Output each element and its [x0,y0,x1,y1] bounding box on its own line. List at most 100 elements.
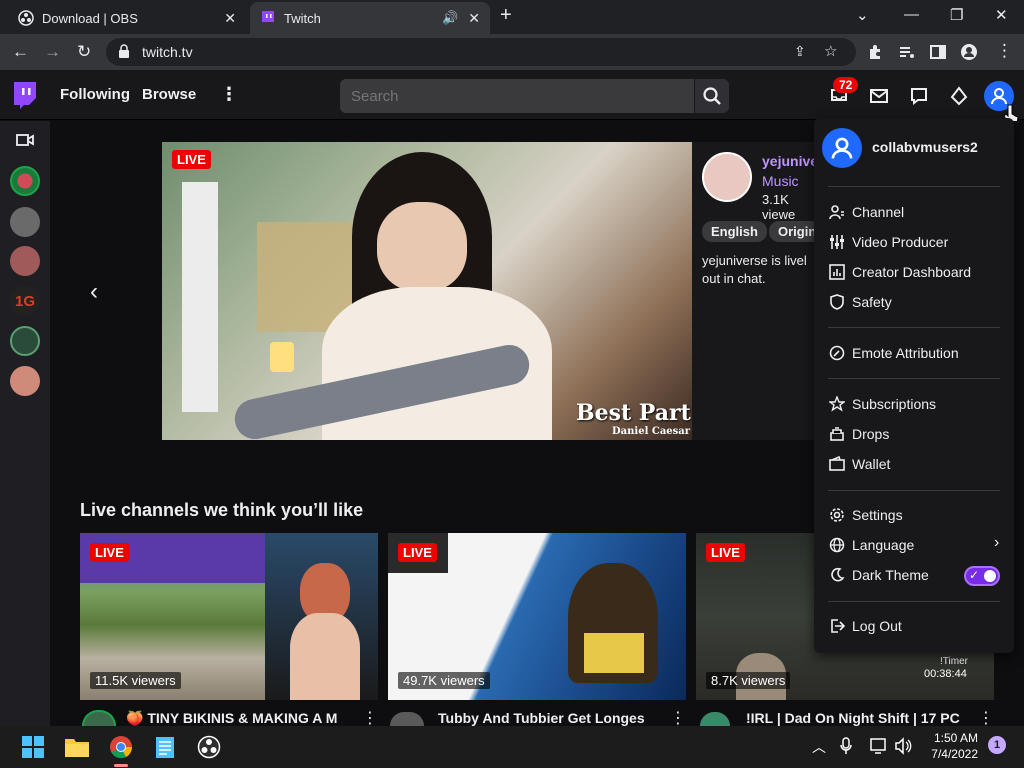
menu-item-subscriptions[interactable]: Subscriptions [828,392,1008,416]
restore-button[interactable]: ❐ [950,6,963,24]
volume-icon[interactable] [894,737,912,755]
menu-item-label: Drops [852,426,890,442]
microphone-icon[interactable] [840,737,852,755]
menu-item-video-producer[interactable]: Video Producer [828,230,1008,254]
live-badge: LIVE [90,543,129,562]
url-text: twitch.tv [142,44,193,60]
viewer-count: 11.5K viewers [90,672,181,689]
address-bar-row: ← → ↻ twitch.tv ⇪ ☆ ⋮ [0,34,1024,70]
carousel-prev-icon[interactable]: ‹ [90,278,98,306]
speaker-icon[interactable]: 🔊 [442,10,458,26]
viewer-count: 8.7K viewers [706,672,791,689]
search-button[interactable] [695,79,729,113]
file-explorer-icon[interactable] [63,733,91,761]
stream-viewers: 3.1K viewe [762,192,796,222]
menu-item-channel[interactable]: Channel [828,200,1008,224]
windows-start-icon[interactable] [19,733,47,761]
kebab-menu-icon[interactable]: ⋮ [996,41,1013,61]
dark-theme-toggle[interactable]: ✓ [964,566,1000,586]
notepad-icon[interactable] [151,733,179,761]
obs-icon[interactable] [195,733,223,761]
search-input[interactable] [340,79,694,113]
reload-icon[interactable]: ↻ [77,42,91,62]
stream-card-title[interactable]: 🍑 TINY BIKINIS & MAKING A M [126,710,356,727]
menu-item-drops[interactable]: Drops [828,422,1008,446]
channel-name[interactable]: yejunive [762,153,818,169]
tab-obs[interactable]: Download | OBS ✕ [8,2,246,34]
side-channel-avatar[interactable] [10,326,40,356]
menu-item-language[interactable]: Language › [828,533,1008,557]
menu-item-emote-attribution[interactable]: Emote Attribution [828,341,1008,365]
more-vertical-icon[interactable]: ⋮ [220,84,238,105]
chevron-down-icon[interactable]: ⌄ [856,6,869,24]
globe-icon [828,536,846,554]
star-icon[interactable]: ☆ [824,42,837,60]
menu-item-label: Language [852,537,915,553]
close-window-button[interactable]: ✕ [995,6,1008,24]
menu-item-settings[interactable]: Settings [828,503,1008,527]
browser-tab-strip: Download | OBS ✕ Twitch 🔊 ✕ + ⌄ — ❐ ✕ [0,0,1024,34]
menu-avatar [822,128,862,168]
notification-center-badge[interactable]: 1 [988,736,1006,754]
tag-english[interactable]: English [702,221,767,242]
menu-item-safety[interactable]: Safety [828,290,1008,314]
logout-icon [828,617,846,635]
forward-arrow-icon[interactable]: → [44,42,61,62]
stream-card-thumbnail[interactable]: LIVE 49.7K viewers [388,533,686,700]
media-control-icon[interactable] [898,43,916,61]
menu-item-wallet[interactable]: Wallet [828,452,1008,476]
stream-card-title[interactable]: !IRL | Dad On Night Shift | 17 PC [746,710,976,726]
more-vertical-icon[interactable]: ⋮ [978,708,994,728]
menu-divider [828,601,1000,602]
omnibox[interactable]: twitch.tv ⇪ ☆ [106,38,856,66]
stream-card-title[interactable]: Tubby And Tubbier Get Longes [438,710,668,726]
whispers-icon[interactable] [909,86,929,106]
sliders-icon [828,233,846,251]
menu-item-log-out[interactable]: Log Out [828,614,1008,638]
close-icon[interactable]: ✕ [468,10,480,27]
minimize-button[interactable]: — [904,6,919,23]
live-badge: LIVE [172,150,211,169]
stream-card-thumbnail[interactable]: LIVE 11.5K viewers [80,533,378,700]
chevron-right-icon: › [994,534,1000,551]
side-channel-avatar[interactable] [10,246,40,276]
profile-icon[interactable] [960,43,978,61]
featured-stream-info: yejunive Music 3.1K viewe English Origin… [692,142,826,440]
section-title: Live channels we think you’ll like [80,500,364,520]
new-tab-button[interactable]: + [500,4,512,27]
nav-browse[interactable]: Browse [142,86,196,103]
menu-item-label: Dark Theme [852,567,929,583]
extensions-icon[interactable] [866,43,884,61]
side-channel-avatar[interactable] [10,207,40,237]
back-arrow-icon[interactable]: ← [12,42,29,62]
timer-value: 00:38:44 [924,668,967,680]
more-vertical-icon[interactable]: ⋮ [362,708,378,728]
network-icon[interactable] [870,737,888,755]
inbox-icon[interactable] [869,86,889,106]
menu-item-creator-dashboard[interactable]: Creator Dashboard [828,260,1008,284]
featured-stream-video[interactable]: Best Part Daniel Caesar LIVE [162,142,692,440]
system-clock[interactable]: 1:50 AM 7/4/2022 [926,730,978,762]
side-channel-avatar[interactable] [10,366,40,396]
share-icon[interactable]: ⇪ [794,43,806,60]
bits-icon[interactable] [949,86,969,106]
stream-category[interactable]: Music [762,173,799,189]
tab-obs-title: Download | OBS [42,10,138,26]
close-icon[interactable]: ✕ [224,10,236,27]
more-vertical-icon[interactable]: ⋮ [670,708,686,728]
channel-avatar[interactable] [702,152,752,202]
twitch-top-nav: Following Browse ⋮ [0,70,1024,120]
nav-following[interactable]: Following [60,86,130,103]
side-panel-icon[interactable] [929,43,947,61]
active-app-indicator [114,764,128,767]
menu-divider [828,490,1000,491]
twitch-logo-icon[interactable] [12,82,38,110]
side-channel-avatar[interactable]: 1G [10,286,40,316]
chrome-icon[interactable] [107,733,135,761]
menu-item-label: Settings [852,507,903,523]
video-camera-icon[interactable] [16,133,34,147]
side-channel-avatar[interactable] [10,166,40,196]
chevron-up-icon[interactable]: ︿ [812,737,826,757]
menu-item-label: Channel [852,204,905,220]
tab-twitch[interactable]: Twitch 🔊 ✕ [250,2,490,34]
